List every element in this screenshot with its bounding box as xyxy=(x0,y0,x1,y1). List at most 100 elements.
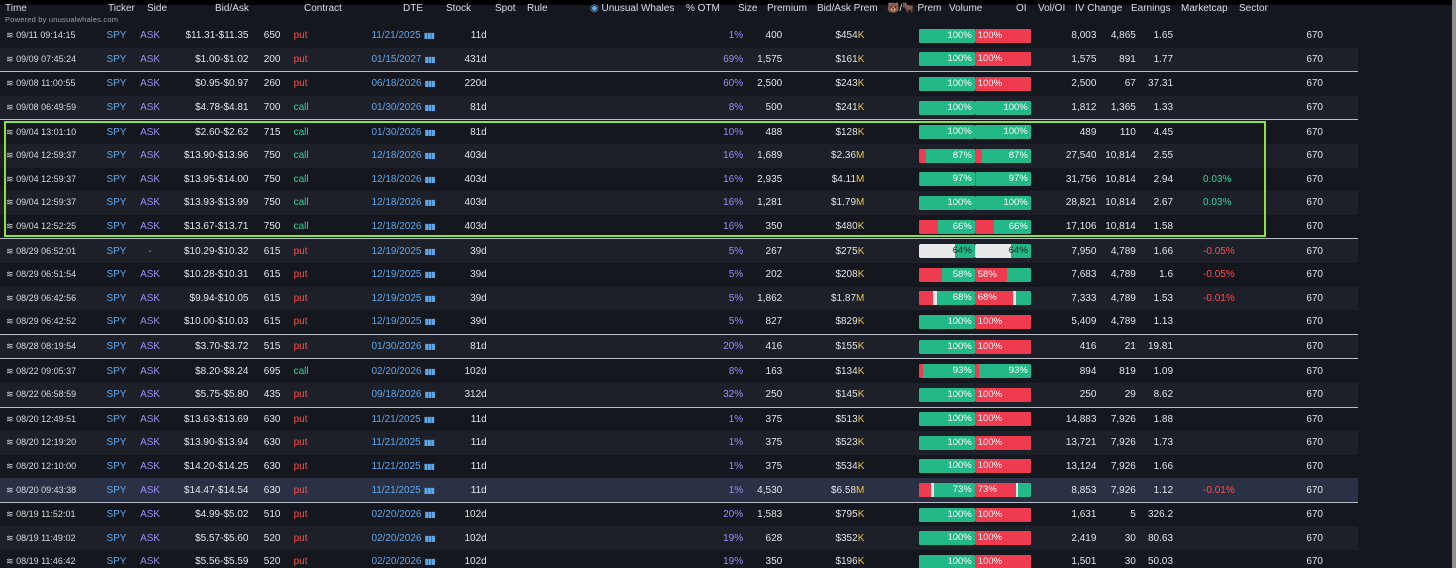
ticker-cell[interactable]: SPY xyxy=(100,502,132,526)
col-ticker[interactable]: Ticker xyxy=(108,2,135,15)
contract-cell[interactable]: 12/19/2025 ▮▮▮ xyxy=(371,263,434,287)
chart-bars-icon[interactable]: ▮▮▮ xyxy=(425,367,435,376)
ticker-cell[interactable]: SPY xyxy=(100,334,133,360)
contract-cell[interactable]: 12/18/2026 ▮▮▮ xyxy=(371,191,435,215)
table-row[interactable]: ≋ 08/29 06:42:56 SPY ASK $9.94-$10.05 615 put… xyxy=(0,286,1452,311)
contract-cell[interactable]: 11/21/2025 ▮▮▮ xyxy=(371,478,435,503)
chart-bars-icon[interactable]: ▮▮▮ xyxy=(425,294,435,303)
ticker-cell[interactable]: SPY xyxy=(100,310,133,335)
chart-bars-icon[interactable]: ▮▮▮ xyxy=(425,103,435,112)
col-stock[interactable]: Stock xyxy=(446,2,471,15)
table-row[interactable]: ≋ 08/19 11:46:42 SPY ASK $5.56-$5.59 520 put 0… xyxy=(0,550,1452,568)
ticker-cell[interactable]: SPY xyxy=(100,359,132,383)
chart-bars-icon[interactable]: ▮▮▮ xyxy=(425,534,435,543)
ticker-cell[interactable]: SPY xyxy=(100,382,133,408)
table-row[interactable]: ≋ 08/28 08:19:54 SPY ASK $3.70-$3.72 515 put 0… xyxy=(0,334,1452,360)
col-time[interactable]: Time xyxy=(5,2,27,15)
table-row[interactable]: ≋ 08/20 12:49:51 SPY ASK $13.63-$13.69 630 pu… xyxy=(0,407,1452,431)
contract-cell[interactable]: 02/20/2026 ▮▮▮ xyxy=(371,526,435,551)
chart-bars-icon[interactable]: ▮▮▮ xyxy=(425,557,435,566)
ticker-cell[interactable]: SPY xyxy=(100,120,132,144)
table-row[interactable]: ≋ 09/04 13:01:10 SPY ASK $2.60-$2.62 715 call… xyxy=(0,120,1452,144)
contract-cell[interactable]: 02/20/2026 ▮▮▮ xyxy=(371,550,434,568)
col-side[interactable]: Side xyxy=(147,2,167,15)
contract-cell[interactable]: 12/18/2026 ▮▮▮ xyxy=(371,214,435,240)
table-row[interactable]: ≋ 09/08 11:00:55 SPY ASK $0.95-$0.97 260 put 0… xyxy=(0,72,1452,96)
table-row[interactable]: ≋ 08/20 09:43:38 SPY ASK $14.47-$14.54 630 pu… xyxy=(0,478,1452,503)
chart-bars-icon[interactable]: ▮▮▮ xyxy=(425,510,435,519)
col-sector[interactable]: Sector xyxy=(1239,2,1268,15)
col-oi[interactable]: OI xyxy=(1016,2,1027,15)
col-spot[interactable]: Spot xyxy=(495,2,516,15)
contract-cell[interactable]: 12/18/2026 ▮▮▮ xyxy=(371,143,435,168)
table-row[interactable]: ≋ 08/22 09:05:37 SPY ASK $8.20-$8.24 695 call… xyxy=(0,359,1452,383)
contract-cell[interactable]: 01/30/2026 ▮▮▮ xyxy=(371,95,435,121)
contract-cell[interactable]: 02/20/2026 ▮▮▮ xyxy=(371,502,434,526)
ticker-cell[interactable]: SPY xyxy=(100,95,133,121)
chart-bars-icon[interactable]: ▮▮▮ xyxy=(424,438,435,447)
col-volume[interactable]: Volume xyxy=(949,2,982,15)
table-row[interactable]: ≋ 08/29 06:52:01 SPY - $10.29-$10.32 615 put 1… xyxy=(0,238,1452,263)
contract-cell[interactable]: 11/21/2025 ▮▮▮ xyxy=(371,431,435,455)
contract-cell[interactable]: 02/20/2026 ▮▮▮ xyxy=(371,359,434,383)
chart-bars-icon[interactable]: ▮▮▮ xyxy=(425,55,435,64)
table-row[interactable]: ≋ 08/20 12:10:00 SPY ASK $14.20-$14.25 630 pu… xyxy=(0,455,1452,479)
table-row[interactable]: ≋ 09/04 12:52:25 SPY ASK $13.67-$13.71 750 ca… xyxy=(0,214,1452,240)
table-row[interactable]: ≋ 08/19 11:52:01 SPY ASK $4.99-$5.02 510 put 0… xyxy=(0,502,1452,526)
col-voloi[interactable]: Vol/OI xyxy=(1038,2,1065,15)
table-row[interactable]: ≋ 09/04 12:59:37 SPY ASK $13.93-$13.99 750 ca… xyxy=(0,191,1452,215)
col-bidask[interactable]: Bid/Ask xyxy=(215,2,249,15)
col-dte[interactable]: DTE xyxy=(403,2,423,15)
ticker-cell[interactable]: SPY xyxy=(100,526,133,551)
col-bear-bull-prem[interactable]: 🐻/🐂 Prem xyxy=(887,2,941,15)
contract-cell[interactable]: 11/21/2025 ▮▮▮ xyxy=(371,24,434,48)
chart-bars-icon[interactable]: ▮▮▮ xyxy=(424,462,435,471)
table-row[interactable]: ≋ 09/08 06:49:59 SPY ASK $4.78-$4.81 700 call… xyxy=(0,95,1452,121)
chart-bars-icon[interactable]: ▮▮▮ xyxy=(425,317,435,326)
table-row[interactable]: ≋ 08/29 06:51:54 SPY ASK $10.28-$10.31 615 pu… xyxy=(0,263,1452,287)
chart-bars-icon[interactable]: ▮▮▮ xyxy=(425,128,435,137)
ticker-cell[interactable]: SPY xyxy=(100,407,132,431)
table-row[interactable]: ≋ 08/19 11:49:02 SPY ASK $5.57-$5.60 520 put 0… xyxy=(0,526,1452,551)
col-earnings[interactable]: Earnings xyxy=(1131,2,1170,15)
ticker-cell[interactable]: SPY xyxy=(100,47,133,73)
col-iv-change[interactable]: IV Change xyxy=(1075,2,1122,15)
contract-cell[interactable]: 06/18/2026 ▮▮▮ xyxy=(371,72,434,96)
contract-cell[interactable]: 12/18/2026 ▮▮▮ xyxy=(371,168,434,192)
ticker-cell[interactable]: SPY xyxy=(100,168,132,192)
chart-bars-icon[interactable]: ▮▮▮ xyxy=(425,270,435,279)
chart-bars-icon[interactable]: ▮▮▮ xyxy=(424,415,435,424)
col-premium[interactable]: Premium xyxy=(767,2,807,15)
contract-cell[interactable]: 12/19/2025 ▮▮▮ xyxy=(371,310,435,335)
ticker-cell[interactable]: SPY xyxy=(100,143,133,168)
chart-bars-icon[interactable]: ▮▮▮ xyxy=(425,247,435,256)
table-row[interactable]: ≋ 09/11 09:14:15 SPY ASK $11.31-$11.35 650 pu… xyxy=(0,24,1452,48)
chart-bars-icon[interactable]: ▮▮▮ xyxy=(425,151,435,160)
contract-cell[interactable]: 11/21/2025 ▮▮▮ xyxy=(371,407,434,431)
table-row[interactable]: ≋ 08/29 06:42:52 SPY ASK $10.00-$10.03 615 pu… xyxy=(0,310,1452,335)
ticker-cell[interactable]: SPY xyxy=(100,24,132,48)
chart-bars-icon[interactable]: ▮▮▮ xyxy=(425,175,435,184)
table-row[interactable]: ≋ 08/20 12:19:20 SPY ASK $13.90-$13.94 630 pu… xyxy=(0,431,1452,455)
ticker-cell[interactable]: SPY xyxy=(100,263,132,287)
table-row[interactable]: ≋ 08/22 06:58:59 SPY ASK $5.75-$5.80 435 put 0… xyxy=(0,382,1452,408)
ticker-cell[interactable]: SPY xyxy=(100,191,133,215)
ticker-cell[interactable]: SPY xyxy=(100,238,133,263)
chart-bars-icon[interactable]: ▮▮▮ xyxy=(424,486,435,495)
contract-cell[interactable]: 01/30/2026 ▮▮▮ xyxy=(371,334,435,360)
ticker-cell[interactable]: SPY xyxy=(100,550,132,568)
chart-bars-icon[interactable]: ▮▮▮ xyxy=(425,342,435,351)
contract-cell[interactable]: 09/18/2026 ▮▮▮ xyxy=(371,382,435,408)
col-unusual-whales[interactable]: ◉ Unusual Whales xyxy=(590,2,674,15)
ticker-cell[interactable]: SPY xyxy=(100,478,133,503)
col-marketcap[interactable]: Marketcap xyxy=(1181,2,1228,15)
ticker-cell[interactable]: SPY xyxy=(100,286,133,311)
ticker-cell[interactable]: SPY xyxy=(100,455,132,479)
ticker-cell[interactable]: SPY xyxy=(100,72,132,96)
col-rule[interactable]: Rule xyxy=(527,2,548,15)
table-row[interactable]: ≋ 09/04 12:59:37 SPY ASK $13.95-$14.00 750 ca… xyxy=(0,168,1452,192)
chart-bars-icon[interactable]: ▮▮▮ xyxy=(425,79,435,88)
table-row[interactable]: ≋ 09/04 12:59:37 SPY ASK $13.90-$13.96 750 ca… xyxy=(0,143,1452,168)
contract-cell[interactable]: 11/21/2025 ▮▮▮ xyxy=(371,455,434,479)
chart-bars-icon[interactable]: ▮▮▮ xyxy=(425,222,435,231)
